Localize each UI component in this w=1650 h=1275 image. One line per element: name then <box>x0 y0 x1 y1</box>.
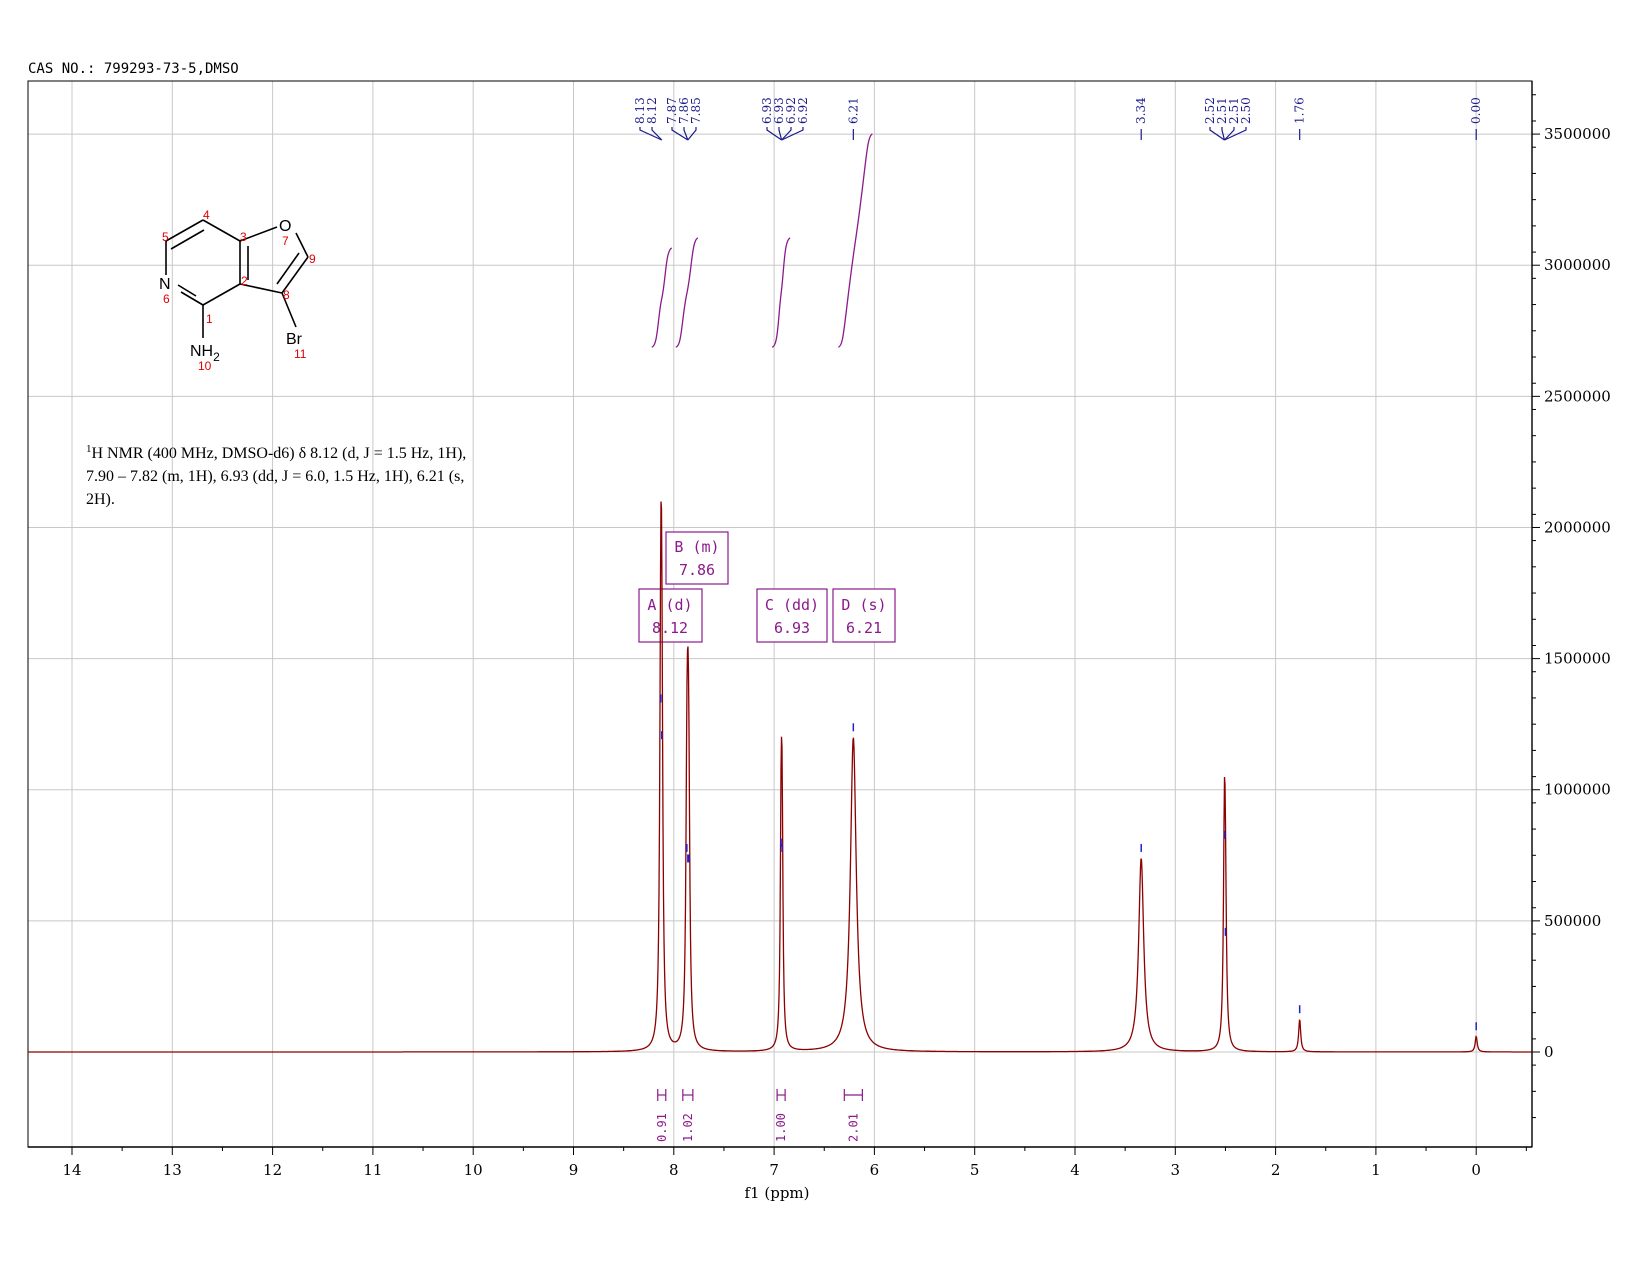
y-tick-label: 3000000 <box>1544 256 1611 274</box>
integral-curve <box>838 133 873 348</box>
multiplet-value: 8.12 <box>652 619 688 637</box>
peak-picks: 8.138.12 7.877.867.85 6.936.936.926.92 6.21… <box>633 97 1483 141</box>
spectrum-line <box>28 501 1532 1053</box>
x-tick-label: 10 <box>464 1161 483 1179</box>
multiplet-boxes: B (m) 7.86 A (d) 8.12 C (dd) 6.93 D (s) … <box>638 531 896 643</box>
atom-number: 2 <box>241 274 248 288</box>
atom-number: 6 <box>163 292 170 306</box>
x-tick-label: 1 <box>1371 1161 1381 1179</box>
integral-value-label: 1.02 <box>681 1113 695 1142</box>
peak-pick-connector <box>687 127 697 141</box>
multiplet-label: B (m) <box>674 538 719 556</box>
x-tick-label: 7 <box>769 1161 779 1179</box>
peak-pick-label: 6.21 <box>846 97 860 124</box>
chemical-structure: O N NH2 Br 1 2 3 4 5 6 7 8 9 10 11 <box>159 208 316 373</box>
atom-number: 11 <box>294 347 307 361</box>
y-tick-label: 1500000 <box>1544 650 1611 668</box>
nmr-spectrum-chart: CAS NO.: 799293-73-5,DMSO 14 13 12 11 10 9 8 7 6… <box>27 61 1611 1202</box>
peak-pick-label: 6.92 <box>796 97 810 124</box>
x-tick-label: 14 <box>62 1161 81 1179</box>
x-tick-label: 6 <box>870 1161 880 1179</box>
x-tick-label: 8 <box>669 1161 679 1179</box>
x-tick-label: 5 <box>970 1161 980 1179</box>
nitrogen-atom: N <box>159 276 171 293</box>
multiplet-value: 7.86 <box>679 561 715 579</box>
atom-number: 4 <box>203 208 210 222</box>
integral-curve <box>675 237 699 348</box>
y-tick-label: 2500000 <box>1544 387 1611 405</box>
peak-pick-label: 7.85 <box>689 97 703 124</box>
atom-number: 3 <box>240 230 247 244</box>
x-tick-label: 12 <box>263 1161 282 1179</box>
integral-curve <box>651 247 673 348</box>
nmr-description-line-2: 7.90 – 7.82 (m, 1H), 6.93 (dd, J = 6.0, … <box>86 468 464 485</box>
multiplet-label: D (s) <box>841 596 886 614</box>
y-tick-label: 0 <box>1544 1043 1554 1061</box>
peak-pick-label: 2.50 <box>1239 97 1253 124</box>
y-tick-label: 2000000 <box>1544 518 1611 536</box>
x-tick-label: 3 <box>1171 1161 1181 1179</box>
peak-pick-label: 0.00 <box>1469 97 1483 124</box>
y-tick-label: 500000 <box>1544 912 1601 930</box>
header-title: CAS NO.: 799293-73-5,DMSO <box>28 61 239 77</box>
peak-pick-label: 8.12 <box>645 97 659 124</box>
x-tick-label: 4 <box>1070 1161 1080 1179</box>
atom-number: 9 <box>309 252 316 266</box>
oxygen-atom: O <box>279 218 291 235</box>
atom-number: 10 <box>198 359 212 373</box>
x-tick-label: 13 <box>163 1161 182 1179</box>
peak-pick-connector <box>639 127 663 141</box>
multiplet-label: C (dd) <box>765 596 819 614</box>
integral-marks: 0.91 1.02 1.00 2.01 <box>655 1089 863 1142</box>
x-tick-label: 9 <box>569 1161 579 1179</box>
nmr-description: 1H NMR (400 MHz, DMSO-d6) δ 8.12 (d, J =… <box>86 443 466 508</box>
peak-pick-connector <box>781 127 804 141</box>
x-axis-label: f1 (ppm) <box>745 1184 810 1202</box>
integral-curves <box>651 133 873 348</box>
y-tick-label: 1000000 <box>1544 781 1611 799</box>
atom-number: 1 <box>206 312 213 326</box>
x-tick-label: 0 <box>1471 1161 1481 1179</box>
x-tick-label: 2 <box>1271 1161 1281 1179</box>
multiplet-value: 6.21 <box>846 619 882 637</box>
peak-pick-connector <box>1224 127 1247 141</box>
nmr-description-line-3: 2H). <box>86 491 115 508</box>
x-tick-label: 11 <box>363 1161 382 1179</box>
spectrum-layer <box>28 501 1532 1053</box>
multiplet-value: 6.93 <box>774 619 810 637</box>
integral-curve <box>771 237 791 348</box>
atom-number: 8 <box>283 288 290 302</box>
multiplet-label: A (d) <box>647 596 692 614</box>
atom-number: 7 <box>282 234 289 248</box>
y-tick-label: 3500000 <box>1544 125 1611 143</box>
integral-value-label: 1.00 <box>774 1113 788 1142</box>
peak-pick-label: 3.34 <box>1134 97 1148 124</box>
integral-value-label: 0.91 <box>655 1113 669 1142</box>
atom-number: 5 <box>162 230 169 244</box>
bromine-atom: Br <box>286 331 303 348</box>
peak-pick-label: 1.76 <box>1293 97 1307 124</box>
nmr-description-line-1: 1H NMR (400 MHz, DMSO-d6) δ 8.12 (d, J =… <box>86 443 466 462</box>
integral-value-label: 2.01 <box>846 1113 860 1142</box>
